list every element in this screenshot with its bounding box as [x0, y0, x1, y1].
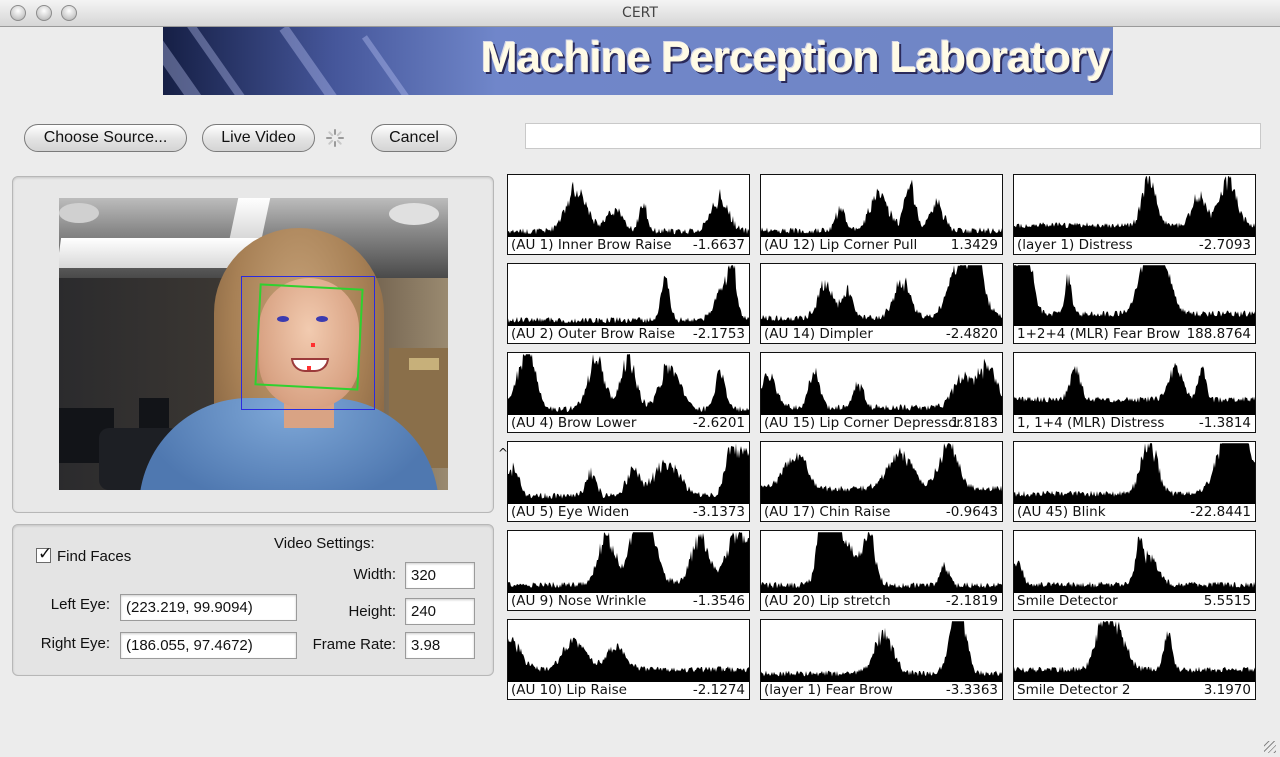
histogram-icon	[761, 621, 1002, 682]
au-graph: (AU 2) Outer Brow Raise -2.1753	[507, 263, 750, 344]
au-graph-value: -2.4820	[945, 326, 998, 342]
au-graph-value: -1.3546	[692, 593, 745, 609]
banner-title: Machine Perception Laboratory	[481, 33, 1111, 82]
window-title: CERT	[622, 5, 658, 21]
au-graph-name: (layer 1) Distress	[1017, 237, 1133, 253]
au-graph-value: 1.8183	[950, 415, 998, 431]
au-graph-value: -2.7093	[1198, 237, 1251, 253]
histogram-icon	[508, 354, 749, 415]
au-graph-name: (AU 4) Brow Lower	[511, 415, 637, 431]
cancel-button[interactable]: Cancel	[371, 124, 457, 152]
histogram-icon	[761, 443, 1002, 504]
au-graph-value: 5.5515	[1203, 593, 1251, 609]
face-alignment-box	[254, 283, 364, 391]
histogram-icon	[1014, 621, 1255, 682]
au-graph: Smile Detector 2 3.1970	[1013, 619, 1256, 700]
au-graph: (AU 1) Inner Brow Raise -1.6637	[507, 174, 750, 255]
histogram-icon	[1014, 443, 1255, 504]
au-graph-name: (AU 20) Lip stretch	[764, 593, 891, 609]
width-field[interactable]: 320	[405, 562, 475, 589]
checkmark-icon: ✓	[38, 544, 53, 564]
au-graph: (AU 14) Dimpler -2.4820	[760, 263, 1003, 344]
au-graph: (AU 4) Brow Lower -2.6201	[507, 352, 750, 433]
au-graph-name: (AU 2) Outer Brow Raise	[511, 326, 675, 342]
au-graph-name: (AU 17) Chin Raise	[764, 504, 891, 520]
left-eye-label: Left Eye:	[50, 596, 110, 613]
au-graph-value: -22.8441	[1190, 504, 1251, 520]
loading-spinner-icon	[326, 129, 344, 147]
live-video-button[interactable]: Live Video	[202, 124, 315, 152]
height-field[interactable]: 240	[405, 598, 475, 625]
au-graph: (AU 17) Chin Raise -0.9643	[760, 441, 1003, 522]
left-eye-field[interactable]: (223.219, 99.9094)	[120, 594, 297, 621]
au-graph-name: Smile Detector	[1017, 593, 1118, 609]
histogram-icon	[508, 443, 749, 504]
au-graph-value: -2.6201	[692, 415, 745, 431]
au-graph: Smile Detector 5.5515	[1013, 530, 1256, 611]
au-graph: (AU 45) Blink -22.8441	[1013, 441, 1256, 522]
au-graph-name: (AU 10) Lip Raise	[511, 682, 627, 698]
right-eye-label: Right Eye:	[40, 635, 110, 652]
histogram-icon	[761, 179, 1002, 237]
au-graph-name: 1+2+4 (MLR) Fear Brow	[1017, 326, 1181, 342]
histogram-icon	[1014, 265, 1255, 326]
au-graph-value: -2.1753	[692, 326, 745, 342]
au-graph-name: (AU 1) Inner Brow Raise	[511, 237, 672, 253]
frame-rate-field[interactable]: 3.98	[405, 632, 475, 659]
choose-source-button[interactable]: Choose Source...	[24, 124, 187, 152]
video-settings-title: Video Settings:	[274, 535, 375, 552]
au-graph-value: 3.1970	[1203, 682, 1251, 698]
au-graph: 1+2+4 (MLR) Fear Brow 188.8764	[1013, 263, 1256, 344]
resize-grip-icon[interactable]	[1264, 741, 1276, 753]
au-graph: (AU 10) Lip Raise -2.1274	[507, 619, 750, 700]
au-graph-value: -1.3814	[1198, 415, 1251, 431]
au-graph: (AU 12) Lip Corner Pull 1.3429	[760, 174, 1003, 255]
status-field[interactable]	[525, 123, 1261, 149]
histogram-icon	[508, 636, 749, 682]
histogram-icon	[508, 532, 749, 593]
au-graph: (AU 20) Lip stretch -2.1819	[760, 530, 1003, 611]
frame-rate-label: Frame Rate:	[312, 636, 396, 653]
title-bar: CERT	[0, 0, 1280, 27]
find-faces-checkbox[interactable]: ✓	[36, 544, 52, 564]
au-graph-name: (layer 1) Fear Brow	[764, 682, 893, 698]
histogram-icon	[1014, 176, 1255, 237]
lab-banner: Machine Perception Laboratory	[163, 27, 1113, 95]
au-graph: (AU 5) Eye Widen -3.1373	[507, 441, 750, 522]
au-graph-value: -1.6637	[692, 237, 745, 253]
au-graph-name: Smile Detector 2	[1017, 682, 1131, 698]
au-graph-value: -2.1274	[692, 682, 745, 698]
au-graph-value: -2.1819	[945, 593, 998, 609]
au-graph: (AU 9) Nose Wrinkle -1.3546	[507, 530, 750, 611]
width-label: Width:	[353, 566, 396, 583]
video-feed	[59, 198, 448, 490]
au-graph: 1, 1+4 (MLR) Distress -1.3814	[1013, 352, 1256, 433]
au-graph-value: 188.8764	[1186, 326, 1251, 342]
au-graph-name: 1, 1+4 (MLR) Distress	[1017, 415, 1165, 431]
au-graph-name: (AU 15) Lip Corner Depressor	[764, 415, 962, 431]
histogram-icon	[761, 265, 1002, 326]
au-graph: (layer 1) Fear Brow -3.3363	[760, 619, 1003, 700]
histogram-icon	[761, 532, 1002, 593]
histogram-icon	[508, 181, 749, 237]
au-graph-name: (AU 9) Nose Wrinkle	[511, 593, 647, 609]
histogram-icon	[508, 265, 749, 326]
histogram-icon	[761, 358, 1002, 415]
au-graph: (layer 1) Distress -2.7093	[1013, 174, 1256, 255]
histogram-icon	[1014, 536, 1255, 593]
au-graph-name: (AU 12) Lip Corner Pull	[764, 237, 918, 253]
au-graph-value: -3.1373	[692, 504, 745, 520]
right-eye-field[interactable]: (186.055, 97.4672)	[120, 632, 297, 659]
au-graph-name: (AU 5) Eye Widen	[511, 504, 630, 520]
au-graph: (AU 15) Lip Corner Depressor 1.8183	[760, 352, 1003, 433]
au-graph-value: -0.9643	[945, 504, 998, 520]
histogram-icon	[1014, 362, 1255, 415]
au-graph-value: -3.3363	[945, 682, 998, 698]
au-graph-name: (AU 45) Blink	[1017, 504, 1106, 520]
au-graph-name: (AU 14) Dimpler	[764, 326, 873, 342]
au-graph-value: 1.3429	[950, 237, 998, 253]
height-label: Height:	[348, 603, 396, 620]
find-faces-label: Find Faces	[57, 548, 132, 565]
